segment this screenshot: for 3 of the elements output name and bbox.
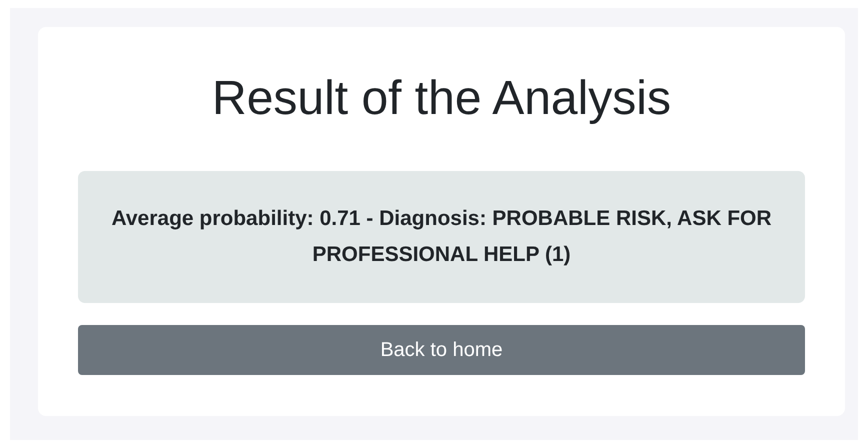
result-message: Average probability: 0.71 - Diagnosis: PROBABLE RISK, ASK FOR PROFESSIONAL HELP (1) [78, 171, 805, 303]
back-home-button[interactable]: Back to home [78, 325, 805, 375]
page-title: Result of the Analysis [212, 71, 671, 127]
